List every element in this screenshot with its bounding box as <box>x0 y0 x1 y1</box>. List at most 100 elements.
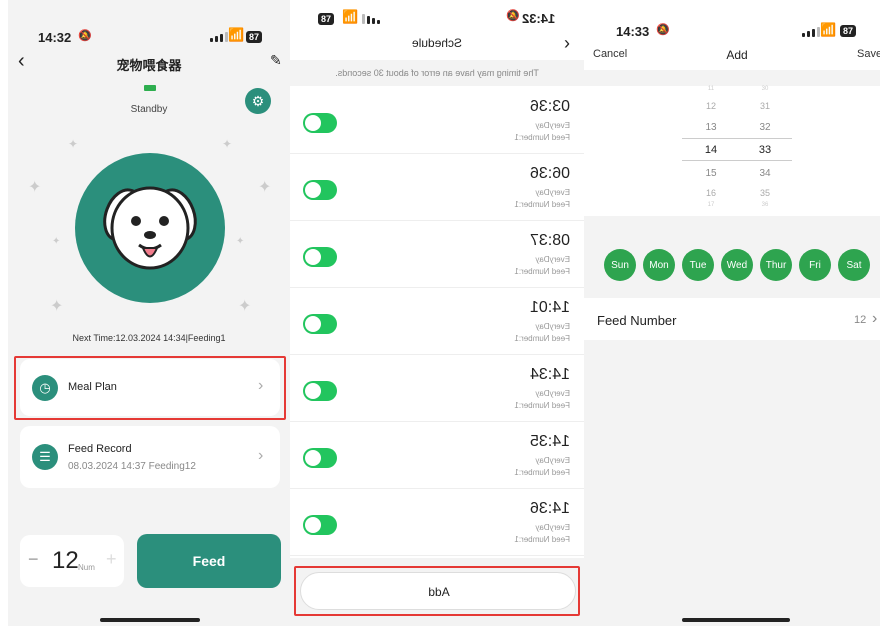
quantity-value[interactable]: 12 <box>52 547 79 575</box>
feed-record-subtitle: 08.03.2024 14:37 Feeding12 <box>68 461 196 472</box>
schedule-row[interactable]: 14:34 EveryDay Feed Number:1 <box>290 356 584 422</box>
battery-level-icon <box>144 85 156 91</box>
enable-toggle[interactable] <box>303 314 337 334</box>
bell-slash-icon: 🔕 <box>78 30 92 42</box>
schedule-feed-number: Feed Number:1 <box>514 468 570 477</box>
picker-item: 15 <box>705 168 717 179</box>
record-list-icon: ☰ <box>32 444 58 470</box>
status-time: 14:32 <box>38 30 72 45</box>
schedule-feed-number: Feed Number:1 <box>514 334 570 343</box>
schedule-feed-number: Feed Number:1 <box>514 200 570 209</box>
picker-item: 16 <box>705 188 716 198</box>
edit-icon[interactable]: ✎ <box>270 52 282 69</box>
day-button-sat[interactable]: Sat <box>838 249 870 281</box>
enable-toggle[interactable] <box>303 180 337 200</box>
schedule-repeat: EveryDay <box>535 456 570 465</box>
schedule-repeat: EveryDay <box>535 188 570 197</box>
enable-toggle[interactable] <box>303 113 337 133</box>
signal-icon <box>802 27 820 37</box>
picker-item: 32 <box>759 122 771 133</box>
day-button-sun[interactable]: Sun <box>604 249 636 281</box>
enable-toggle[interactable] <box>303 448 337 468</box>
schedule-feed-number: Feed Number:1 <box>514 535 570 544</box>
day-button-tue[interactable]: Tue <box>682 249 714 281</box>
sparkle-icon: ✦ <box>68 137 79 151</box>
picker-item: 12 <box>705 101 716 111</box>
wifi-icon: 📶 <box>342 9 359 24</box>
wifi-icon: 📶 <box>228 27 245 42</box>
wifi-icon: 📶 <box>820 22 837 37</box>
schedule-row[interactable]: 03:36 EveryDay Feed Number:1 <box>290 88 584 154</box>
picker-item: 17 <box>707 202 715 208</box>
schedule-repeat: EveryDay <box>535 322 570 331</box>
feed-record-card[interactable]: ☰ Feed Record 08.03.2024 14:37 Feeding12… <box>20 426 280 488</box>
pet-feeder-home-screen: 14:32 🔕 📶 87 ‹ 宠物喂食器 ✎ Standby ⚙ ✦ ✦ ✦ ✦… <box>8 0 290 626</box>
enable-toggle[interactable] <box>303 381 337 401</box>
home-indicator <box>682 618 790 622</box>
sparkle-icon: ✦ <box>238 298 252 315</box>
sparkle-icon: ✦ <box>52 236 61 247</box>
page-title: 宠物喂食器 <box>116 58 182 73</box>
schedule-row[interactable]: 14:35 EveryDay Feed Number:1 <box>290 423 584 489</box>
battery-icon: 87 <box>840 25 857 37</box>
picker-item: 36 <box>761 202 769 208</box>
highlight-frame <box>294 566 580 616</box>
schedule-repeat: EveryDay <box>535 523 570 532</box>
chevron-right-icon[interactable]: › <box>564 33 570 54</box>
timing-notice: The timing may have an error of about 30… <box>335 68 539 78</box>
schedule-time: 08:37 <box>529 232 570 249</box>
signal-icon <box>210 32 228 42</box>
schedule-repeat: EveryDay <box>535 255 570 264</box>
schedule-list: 03:36 EveryDay Feed Number:1 06:36 Every… <box>290 88 584 558</box>
schedule-row[interactable]: 14:36 EveryDay Feed Number:1 <box>290 490 584 556</box>
minus-button[interactable]: − <box>28 549 39 570</box>
sparkle-icon: ✦ <box>28 179 42 196</box>
feed-button[interactable]: Feed <box>137 534 281 588</box>
picker-item: 34 <box>759 168 771 179</box>
settings-gear-icon[interactable]: ⚙ <box>245 88 271 114</box>
schedule-repeat: EveryDay <box>535 389 570 398</box>
picker-item: 30 <box>761 86 769 92</box>
schedule-row[interactable]: 14:01 EveryDay Feed Number:1 <box>290 289 584 355</box>
status-time: 14:32 <box>522 11 556 26</box>
schedule-time: 14:34 <box>529 366 570 383</box>
feed-number-value: 12 <box>854 314 867 326</box>
schedule-row[interactable]: 06:36 EveryDay Feed Number:1 <box>290 155 584 221</box>
time-picker[interactable]: 11 12 13 14 15 16 17 30 31 32 33 34 35 3… <box>584 86 880 212</box>
enable-toggle[interactable] <box>303 247 337 267</box>
day-button-thur[interactable]: Thur <box>760 249 792 281</box>
sparkle-icon: ✦ <box>222 137 233 151</box>
chevron-right-icon: › <box>872 310 878 327</box>
schedule-screen: 14:32 🔕 87 📶 Schedule › The timing may h… <box>290 0 584 626</box>
picker-item: 33 <box>758 144 772 156</box>
notice-bar: The timing may have an error of about 30… <box>290 60 584 86</box>
page-title: Schedule <box>411 36 463 50</box>
battery-icon: 87 <box>318 13 335 25</box>
schedule-time: 03:36 <box>529 98 570 115</box>
save-button[interactable]: Save <box>857 48 880 60</box>
sparkle-icon: ✦ <box>236 236 245 247</box>
schedule-feed-number: Feed Number:1 <box>514 267 570 276</box>
day-button-wed[interactable]: Wed <box>721 249 753 281</box>
schedule-feed-number: Feed Number:1 <box>514 133 570 142</box>
quantity-stepper: − 12 Num + <box>20 535 124 587</box>
enable-toggle[interactable] <box>303 515 337 535</box>
quantity-unit: Num <box>78 563 95 572</box>
picker-item: 13 <box>705 122 717 133</box>
day-button-mon[interactable]: Mon <box>643 249 675 281</box>
feed-number-row[interactable]: Feed Number 12 › <box>584 300 880 340</box>
schedule-feed-number: Feed Number:1 <box>514 401 570 410</box>
schedule-time: 14:35 <box>529 433 570 450</box>
pet-avatar <box>75 153 225 303</box>
schedule-row[interactable]: 08:37 EveryDay Feed Number:1 <box>290 222 584 288</box>
empty-area <box>584 340 880 626</box>
page-title: Add <box>726 48 748 62</box>
divider <box>584 70 880 86</box>
signal-icon <box>362 14 380 24</box>
sparkle-icon: ✦ <box>258 179 272 196</box>
day-button-fri[interactable]: Fri <box>799 249 831 281</box>
sparkle-icon: ✦ <box>50 298 64 315</box>
schedule-time: 14:01 <box>529 299 570 316</box>
plus-button[interactable]: + <box>106 549 117 570</box>
chevron-right-icon: › <box>258 447 264 464</box>
